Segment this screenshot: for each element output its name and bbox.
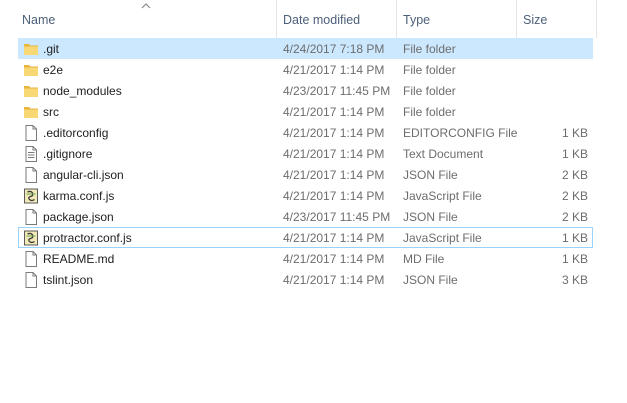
folder-icon: [23, 61, 39, 79]
file-date-modified: 4/21/2017 1:14 PM: [283, 252, 385, 266]
file-type: File folder: [403, 84, 456, 98]
file-row[interactable]: package.json 4/23/2017 11:45 PM JSON File 2…: [18, 206, 593, 227]
folder-icon: [23, 82, 39, 100]
file-date-modified: 4/21/2017 1:14 PM: [283, 63, 385, 77]
javascript-file-icon: [23, 187, 39, 205]
file-type: JavaScript File: [403, 231, 482, 245]
folder-icon: [23, 103, 39, 121]
file-date-modified: 4/24/2017 7:18 PM: [283, 42, 385, 56]
file-row[interactable]: tslint.json 4/21/2017 1:14 PM JSON File 3 K…: [18, 269, 593, 290]
file-date-modified: 4/23/2017 11:45 PM: [283, 210, 391, 224]
javascript-file-icon: [23, 229, 39, 247]
column-label-type: Type: [403, 13, 431, 27]
file-date-modified: 4/21/2017 1:14 PM: [283, 168, 385, 182]
file-row[interactable]: .editorconfig 4/21/2017 1:14 PM EDITORCONF…: [18, 122, 593, 143]
file-type: File folder: [403, 63, 456, 77]
file-size: 1 KB: [561, 126, 588, 140]
file-row[interactable]: angular-cli.json 4/21/2017 1:14 PM JSON Fi…: [18, 164, 593, 185]
file-name: tslint.json: [43, 273, 94, 287]
file-size: 1 KB: [561, 231, 588, 245]
file-row[interactable]: e2e 4/21/2017 1:14 PM File folder: [18, 59, 593, 80]
column-header-type[interactable]: Type: [397, 0, 517, 38]
file-name: src: [43, 105, 59, 119]
file-type: EDITORCONFIG File: [403, 126, 518, 140]
file-row[interactable]: node_modules 4/23/2017 11:45 PM File folde…: [18, 80, 593, 101]
file-size: 2 KB: [561, 210, 588, 224]
file-name: README.md: [43, 252, 115, 266]
file-name: .git: [43, 42, 60, 56]
file-type: JSON File: [403, 168, 458, 182]
file-size: 2 KB: [561, 189, 588, 203]
file-size: 3 KB: [561, 273, 588, 287]
file-size: 1 KB: [561, 147, 588, 161]
file-date-modified: 4/21/2017 1:14 PM: [283, 273, 385, 287]
file-date-modified: 4/23/2017 11:45 PM: [283, 84, 391, 98]
file-type: MD File: [403, 252, 445, 266]
file-icon: [23, 166, 39, 184]
file-type: JSON File: [403, 210, 458, 224]
file-date-modified: 4/21/2017 1:14 PM: [283, 147, 385, 161]
column-header-name[interactable]: Name: [0, 0, 277, 38]
file-icon: [23, 124, 39, 142]
file-row[interactable]: src 4/21/2017 1:14 PM File folder: [18, 101, 593, 122]
sort-ascending-icon: [141, 3, 151, 9]
file-row[interactable]: .git 4/24/2017 7:18 PM File folder: [18, 38, 593, 59]
file-name: node_modules: [43, 84, 122, 98]
file-icon: [23, 271, 39, 289]
file-type: Text Document: [403, 147, 484, 161]
file-date-modified: 4/21/2017 1:14 PM: [283, 231, 385, 245]
file-name: protractor.conf.js: [43, 231, 132, 245]
file-date-modified: 4/21/2017 1:14 PM: [283, 126, 385, 140]
column-header-size[interactable]: Size: [517, 0, 597, 38]
file-type: JavaScript File: [403, 189, 482, 203]
file-name: karma.conf.js: [43, 189, 115, 203]
file-name: e2e: [43, 63, 64, 77]
file-row[interactable]: karma.conf.js 4/21/2017 1:14 PM JavaScript…: [18, 185, 593, 206]
column-label-name: Name: [22, 13, 56, 27]
text-document-icon: [23, 145, 39, 163]
file-name: angular-cli.json: [43, 168, 124, 182]
folder-icon: [23, 40, 39, 58]
file-icon: [23, 208, 39, 226]
file-type: JSON File: [403, 273, 458, 287]
file-icon: [23, 250, 39, 268]
file-type: File folder: [403, 105, 456, 119]
column-header-date-modified[interactable]: Date modified: [277, 0, 397, 38]
file-name: .gitignore: [43, 147, 93, 161]
file-row[interactable]: protractor.conf.js 4/21/2017 1:14 PM JavaS…: [18, 227, 593, 248]
file-explorer: Name Date modified Type Size .git 4/24/20…: [0, 0, 627, 403]
file-size: 2 KB: [561, 168, 588, 182]
file-date-modified: 4/21/2017 1:14 PM: [283, 105, 385, 119]
column-label-date-modified: Date modified: [283, 13, 361, 27]
file-type: File folder: [403, 42, 456, 56]
column-label-size: Size: [523, 13, 548, 27]
column-header: Name Date modified Type Size: [0, 0, 627, 38]
file-date-modified: 4/21/2017 1:14 PM: [283, 189, 385, 203]
file-size: 1 KB: [561, 252, 588, 266]
file-row[interactable]: .gitignore 4/21/2017 1:14 PM Text Document…: [18, 143, 593, 164]
file-name: .editorconfig: [43, 126, 109, 140]
file-row[interactable]: README.md 4/21/2017 1:14 PM MD File 1 KB: [18, 248, 593, 269]
file-name: package.json: [43, 210, 114, 224]
